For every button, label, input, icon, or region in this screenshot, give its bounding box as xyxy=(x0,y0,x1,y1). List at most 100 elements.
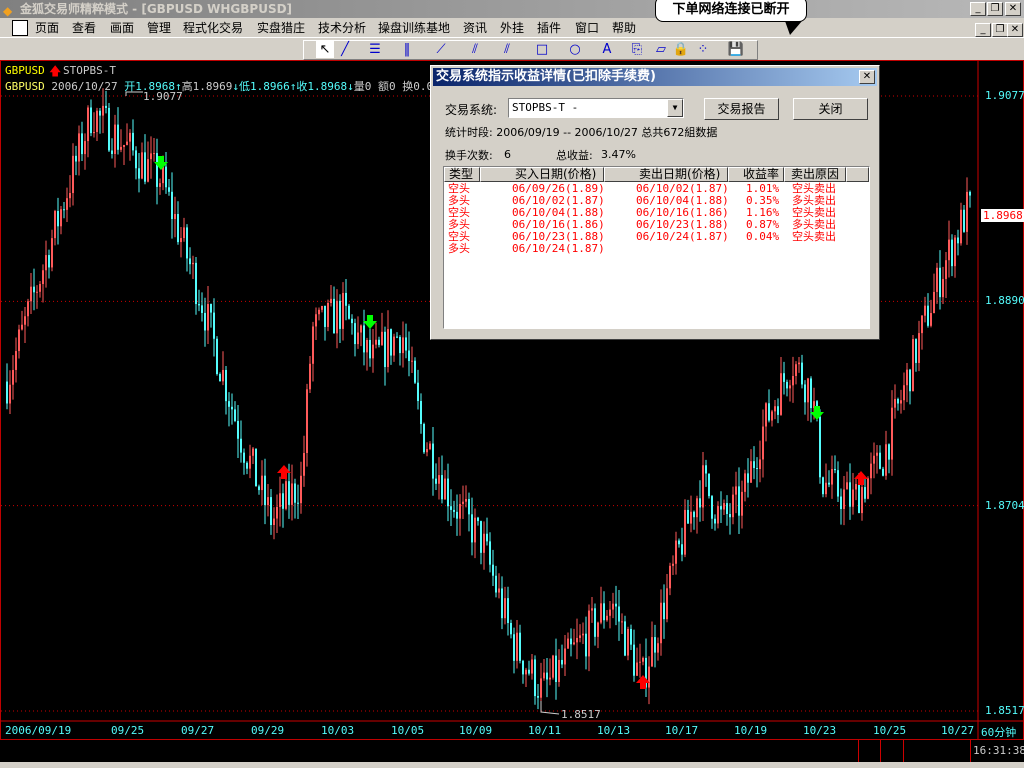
candle-body xyxy=(684,509,686,555)
candle-body xyxy=(411,360,413,362)
candle-body xyxy=(693,511,695,518)
candle-body xyxy=(507,598,509,623)
line-icon[interactable]: ╱ xyxy=(336,41,354,58)
trade-row[interactable]: 空头 06/10/23(1.88) 06/10/24(1.87) 0.04% 空… xyxy=(444,231,869,243)
candle-body xyxy=(237,420,239,439)
candle-body xyxy=(396,336,398,338)
candle-body xyxy=(354,323,356,345)
candle-body xyxy=(447,478,449,507)
candle-body xyxy=(654,637,656,653)
candle-body xyxy=(192,262,194,265)
eraser-icon[interactable]: ▱ xyxy=(652,41,670,58)
lock-icon[interactable]: 🔒 xyxy=(672,41,690,58)
candle-body xyxy=(672,563,674,566)
col-sell[interactable]: 卖出日期(价格) xyxy=(604,167,728,182)
rectangle-icon[interactable]: □ xyxy=(533,41,551,58)
candle-body xyxy=(21,324,23,330)
candle-body xyxy=(756,468,758,470)
chevron-down-icon[interactable]: ▼ xyxy=(667,99,683,117)
channel-icon[interactable]: ⫽ xyxy=(466,41,484,58)
fib-icon[interactable]: ☰ xyxy=(366,41,384,58)
menu-bar: 页面 查看 画面 管理 程式化交易 实盘猎庄 技术分析 操盘训练基地 资讯 外挂 插件 窗口 帮助 _ … xyxy=(0,18,1024,38)
candle-body xyxy=(471,514,473,543)
system-select[interactable]: STOPBS-T - ▼ xyxy=(508,98,684,118)
pointer-icon[interactable]: ↖ xyxy=(316,41,334,58)
date-tick: 10/17 xyxy=(665,724,699,737)
menu-item[interactable]: 程式化交易 xyxy=(183,20,243,36)
candle-body xyxy=(729,514,731,518)
minimize-button[interactable]: _ xyxy=(970,2,986,16)
menu-item[interactable]: 实盘猎庄 xyxy=(257,20,305,36)
restore-button[interactable]: ❐ xyxy=(987,2,1003,16)
menu-item[interactable]: 技术分析 xyxy=(318,20,366,36)
candle-body xyxy=(174,214,176,220)
candle-body xyxy=(90,107,92,134)
menu-item[interactable]: 帮助 xyxy=(612,20,636,36)
trade-report-button[interactable]: 交易报告 xyxy=(704,98,779,120)
candle-body xyxy=(954,237,956,267)
candle-body xyxy=(948,239,950,261)
parallel-icon[interactable]: ⫽ xyxy=(498,41,516,58)
candle-body xyxy=(162,166,164,184)
menu-item[interactable]: 页面 xyxy=(35,20,59,36)
menu-item[interactable]: 窗口 xyxy=(575,20,599,36)
candle-body xyxy=(222,369,224,382)
candle-body xyxy=(126,141,128,145)
child-restore-button[interactable]: ❐ xyxy=(992,23,1008,37)
menu-item[interactable]: 操盘训练基地 xyxy=(378,20,450,36)
candle-body xyxy=(114,124,116,154)
candle-body xyxy=(342,292,344,329)
candle-body xyxy=(513,634,515,661)
candle-body xyxy=(822,477,824,495)
candle-body xyxy=(243,452,245,463)
menu-item[interactable]: 外挂 xyxy=(500,20,524,36)
candle-body xyxy=(282,493,284,509)
candle-body xyxy=(828,482,830,485)
color-palette-icon[interactable]: ⁘ xyxy=(694,41,712,58)
menu-item[interactable]: 资讯 xyxy=(463,20,487,36)
candle-body xyxy=(924,305,926,316)
candle-body xyxy=(603,603,605,621)
candle-body xyxy=(453,509,455,512)
save-icon[interactable]: 💾 xyxy=(727,41,745,58)
candle-body xyxy=(804,384,806,403)
menu-item[interactable]: 管理 xyxy=(147,20,171,36)
candle-body xyxy=(348,305,350,319)
text-icon[interactable]: A xyxy=(598,41,616,58)
close-dialog-button[interactable]: 关闭 xyxy=(793,98,868,120)
menu-item[interactable]: 画面 xyxy=(110,20,134,36)
candle-body xyxy=(558,659,560,682)
candle-body xyxy=(837,470,839,497)
candle-body xyxy=(459,503,461,519)
copy-icon[interactable]: ⎘ xyxy=(628,41,646,58)
candle-body xyxy=(921,315,923,334)
candle-body xyxy=(708,473,710,497)
child-minimize-button[interactable]: _ xyxy=(975,23,991,37)
candle-body xyxy=(117,124,119,150)
col-type[interactable]: 类型 xyxy=(444,167,480,182)
vertical-lines-icon[interactable]: ‖ xyxy=(398,41,416,58)
col-reason[interactable]: 卖出原因 xyxy=(784,167,846,182)
candle-body xyxy=(234,409,236,421)
menu-item[interactable]: 插件 xyxy=(537,20,561,36)
close-button[interactable]: ✕ xyxy=(1005,2,1021,16)
fan-icon[interactable]: ⟋ xyxy=(432,41,450,58)
trade-list[interactable]: 类型 买入日期(价格) 卖出日期(价格) 收益率 卖出原因 空头 06/09/2… xyxy=(443,166,870,329)
candle-body xyxy=(807,378,809,403)
child-close-button[interactable]: ✕ xyxy=(1007,23,1023,37)
candle-body xyxy=(615,603,617,607)
candle-body xyxy=(864,487,866,499)
candle-body xyxy=(801,362,803,385)
menu-item[interactable]: 查看 xyxy=(72,20,96,36)
ellipse-icon[interactable]: ○ xyxy=(566,41,584,58)
candle-body xyxy=(609,609,611,616)
trade-row[interactable]: 多头 06/10/24(1.87) xyxy=(444,243,869,255)
period-label[interactable]: 60分钟 xyxy=(981,724,1016,740)
col-return[interactable]: 收益率 xyxy=(728,167,784,182)
candle-body xyxy=(195,262,197,305)
candle-body xyxy=(702,465,704,508)
dialog-close-icon[interactable]: ✕ xyxy=(859,70,875,84)
col-buy[interactable]: 买入日期(价格) xyxy=(480,167,604,182)
clock: 16:31:38 xyxy=(973,744,1024,757)
candle-body xyxy=(330,298,332,303)
